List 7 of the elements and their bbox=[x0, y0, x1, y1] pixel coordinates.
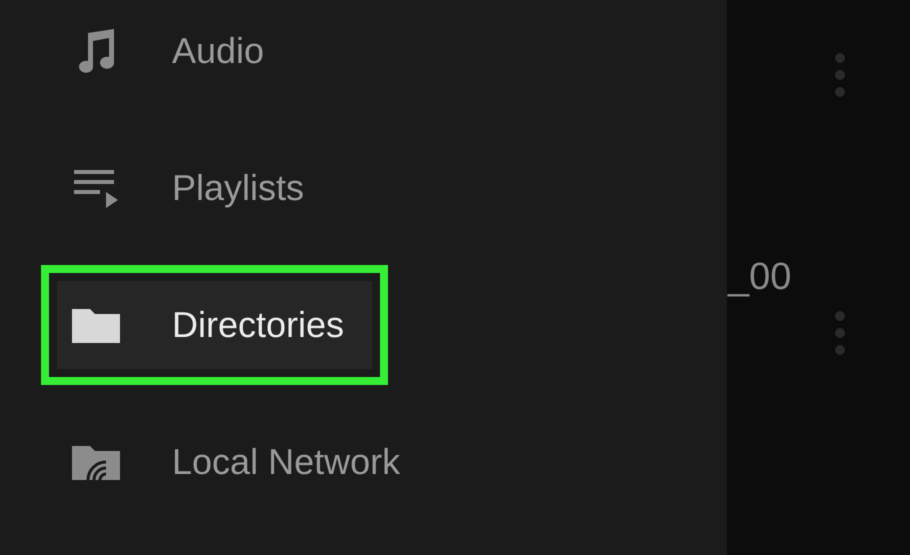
drawer-item[interactable]: Local Network bbox=[57, 418, 400, 506]
file-name-text: _00 bbox=[728, 256, 792, 299]
drawer-item[interactable]: Audio bbox=[57, 6, 372, 94]
drawer-item[interactable]: Directories bbox=[57, 280, 372, 368]
more-options-icon[interactable] bbox=[833, 310, 847, 356]
more-options-icon[interactable] bbox=[833, 52, 847, 98]
drawer-item[interactable]: Playlists bbox=[57, 144, 372, 232]
